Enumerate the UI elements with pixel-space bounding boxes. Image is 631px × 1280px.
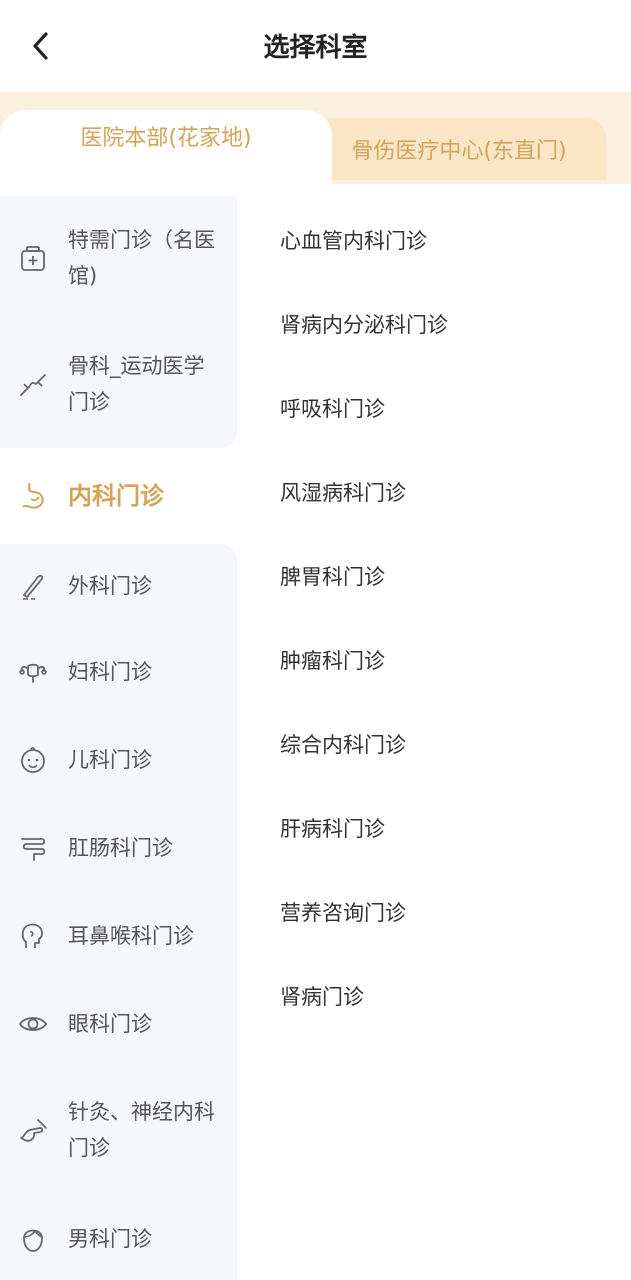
department-list: 心血管内科门诊 肾病内分泌科门诊 呼吸科门诊 风湿病科门诊 脾胃科门诊 肿瘤科门… — [280, 198, 620, 1038]
department-item[interactable]: 肾病门诊 — [280, 954, 620, 1038]
sidebar-item-vip-clinic[interactable]: 特需门诊（名医馆) — [0, 196, 237, 322]
sidebar-item-pediatrics[interactable]: 儿科门诊 — [0, 716, 237, 804]
sidebar-item-label: 外科门诊 — [68, 574, 152, 598]
sidebar-item-gynecology[interactable]: 妇科门诊 — [0, 628, 237, 716]
department-item[interactable]: 综合内科门诊 — [280, 702, 620, 786]
medical-kit-icon — [18, 244, 48, 274]
department-item[interactable]: 营养咨询门诊 — [280, 870, 620, 954]
male-head-icon — [18, 1224, 48, 1254]
sidebar-item-label: 针灸、神经内科门诊 — [68, 1100, 215, 1160]
department-item[interactable]: 肝病科门诊 — [280, 786, 620, 870]
tab-huajiadi[interactable]: 医院本部(花家地) — [0, 110, 332, 184]
department-category-sidebar: 特需门诊（名医馆) 骨科_运动医学门诊 内科门诊 外科门诊 妇科门诊 儿科门诊 — [0, 196, 237, 1280]
tab-dongzhimen[interactable]: 骨伤医疗中心(东直门) — [312, 118, 606, 180]
sidebar-item-label: 骨科_运动医学门诊 — [68, 354, 205, 414]
uterus-icon — [18, 657, 48, 687]
page-title: 选择科室 — [263, 33, 368, 63]
baby-face-icon — [18, 745, 48, 775]
campus-tab-bar: 骨伤医疗中心(东直门) 医院本部(花家地) — [0, 92, 631, 184]
sidebar-item-surgery[interactable]: 外科门诊 — [0, 544, 237, 628]
header: 选择科室 — [0, 0, 631, 92]
bone-joint-icon — [18, 370, 48, 400]
sidebar-item-andrology[interactable]: 男科门诊 — [0, 1194, 237, 1280]
ear-nose-throat-icon — [18, 921, 48, 951]
scalpel-icon — [18, 571, 48, 601]
sidebar-item-label: 肛肠科门诊 — [68, 836, 173, 860]
sidebar-item-label: 男科门诊 — [68, 1227, 152, 1251]
sidebar-item-label: 内科门诊 — [68, 482, 164, 510]
sidebar-item-internal-medicine[interactable]: 内科门诊 — [0, 448, 237, 544]
department-item[interactable]: 肾病内分泌科门诊 — [280, 282, 620, 366]
sidebar-item-label: 妇科门诊 — [68, 660, 152, 684]
sidebar-item-label: 特需门诊（名医馆) — [68, 228, 215, 288]
sidebar-item-orthopedics[interactable]: 骨科_运动医学门诊 — [0, 322, 237, 448]
acupuncture-hand-icon — [18, 1116, 48, 1146]
department-item[interactable]: 风湿病科门诊 — [280, 450, 620, 534]
intestine-icon — [18, 833, 48, 863]
sidebar-item-proctology[interactable]: 肛肠科门诊 — [0, 804, 237, 892]
department-item[interactable]: 心血管内科门诊 — [280, 198, 620, 282]
department-item[interactable]: 呼吸科门诊 — [280, 366, 620, 450]
sidebar-item-label: 耳鼻喉科门诊 — [68, 924, 194, 948]
sidebar-item-label: 儿科门诊 — [68, 748, 152, 772]
department-item[interactable]: 脾胃科门诊 — [280, 534, 620, 618]
sidebar-item-acupuncture-neurology[interactable]: 针灸、神经内科门诊 — [0, 1068, 237, 1194]
sidebar-item-ent[interactable]: 耳鼻喉科门诊 — [0, 892, 237, 980]
stomach-icon — [18, 481, 48, 511]
eye-icon — [18, 1009, 48, 1039]
sidebar-item-ophthalmology[interactable]: 眼科门诊 — [0, 980, 237, 1068]
department-item[interactable]: 肿瘤科门诊 — [280, 618, 620, 702]
sidebar-item-label: 眼科门诊 — [68, 1012, 152, 1036]
